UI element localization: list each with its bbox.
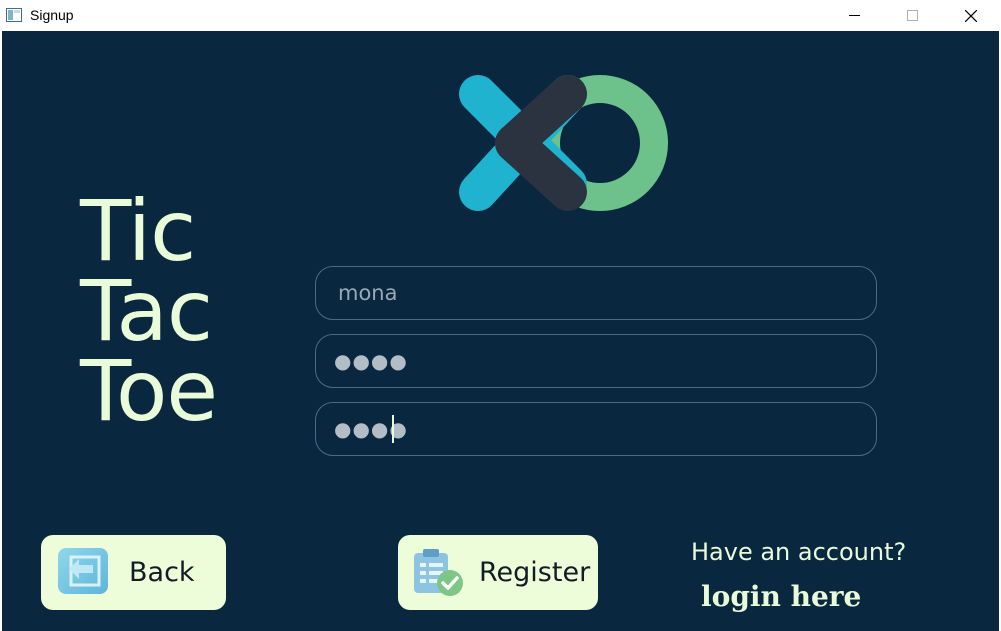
- app-title: Tic Tac Toe: [80, 182, 218, 440]
- close-button[interactable]: [948, 0, 994, 31]
- have-account-text: Have an account?: [691, 538, 907, 566]
- password-field[interactable]: ●●●●: [315, 334, 877, 388]
- back-button[interactable]: Back: [41, 535, 226, 610]
- title-bar: Signup: [0, 0, 1001, 31]
- app-title-line-2: Tac: [80, 262, 213, 360]
- xo-logo-icon: [459, 75, 668, 211]
- username-value: mona: [338, 281, 398, 305]
- minimize-button[interactable]: [832, 0, 878, 31]
- minimize-icon: [849, 15, 860, 16]
- app-title-line-1: Tic: [80, 182, 196, 280]
- app-title-line-3: Toe: [80, 342, 218, 440]
- window-title: Signup: [30, 7, 74, 23]
- close-icon: [965, 10, 977, 22]
- confirm-password-masked-value: ●●●●: [334, 417, 408, 441]
- signup-panel: Tic Tac Toe mona ●●●● ●●●● Back Register…: [2, 31, 999, 631]
- register-button[interactable]: Register: [398, 535, 598, 610]
- signup-window: Signup Tic Tac Toe mona ●●●● ●●●● Back R…: [0, 0, 1001, 631]
- register-button-label: Register: [479, 557, 591, 588]
- app-window-icon: [6, 8, 22, 22]
- clipboard-check-icon: [414, 549, 463, 596]
- back-button-label: Back: [129, 557, 195, 588]
- username-field[interactable]: mona: [315, 266, 877, 320]
- maximize-button[interactable]: [890, 0, 936, 31]
- maximize-icon: [907, 10, 918, 21]
- password-masked-value: ●●●●: [334, 349, 408, 373]
- text-caret: [392, 415, 394, 443]
- login-link[interactable]: login here: [701, 580, 861, 613]
- confirm-password-field[interactable]: ●●●●: [315, 402, 877, 456]
- back-arrow-icon: [58, 548, 108, 594]
